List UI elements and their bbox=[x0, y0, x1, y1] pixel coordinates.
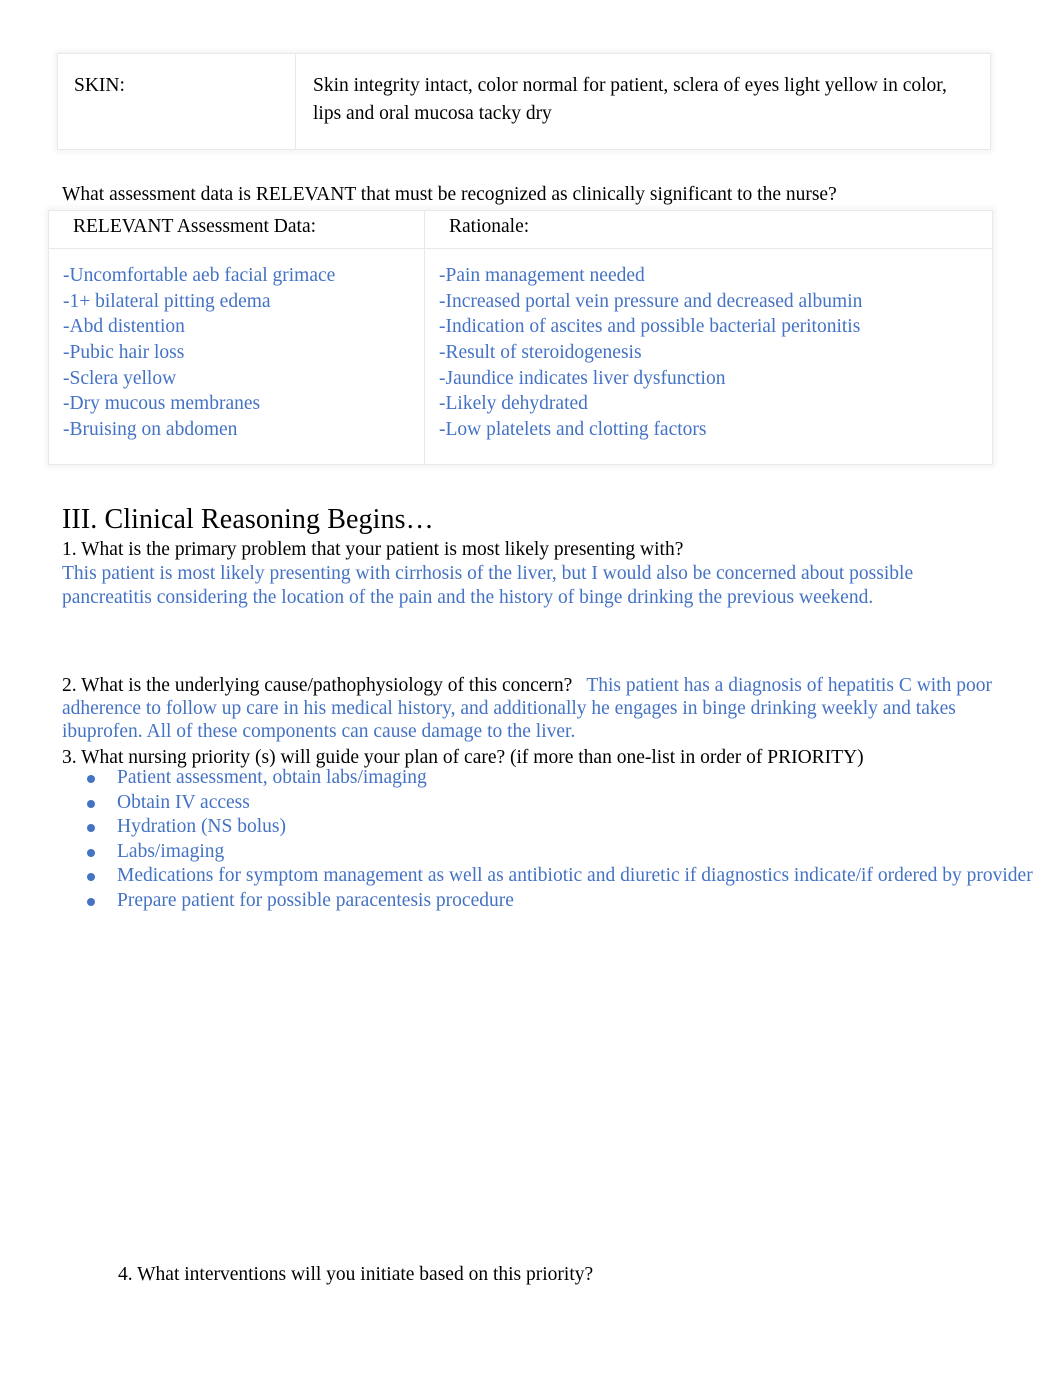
list-item: -Low platelets and clotting factors bbox=[439, 418, 707, 440]
column-header-rationale: Rationale: bbox=[424, 210, 993, 249]
question-1-answer: This patient is most likely presenting w… bbox=[62, 563, 914, 609]
bullet-icon bbox=[87, 775, 95, 783]
relevant-table-body: -Uncomfortable aeb facial grimace -1+ bi… bbox=[48, 247, 993, 466]
list-item: Medications for symptom management as we… bbox=[62, 864, 1042, 889]
list-item: -Pubic hair loss bbox=[63, 341, 185, 363]
list-item: -Dry mucous membranes bbox=[63, 393, 261, 415]
skin-row-value: Skin integrity intact, color normal for … bbox=[295, 53, 991, 150]
document-page: SKIN: Skin integrity intact, color norma… bbox=[0, 0, 1062, 1376]
column-header-relevant-assessment-data: RELEVANT Assessment Data: bbox=[48, 210, 425, 249]
list-item-label: Medications for symptom management as we… bbox=[117, 865, 1033, 887]
skin-row-label: SKIN: bbox=[57, 53, 296, 150]
list-item: -Abd distention bbox=[63, 316, 185, 338]
list-item: -Bruising on abdomen bbox=[63, 418, 238, 440]
question-2-text: 2. What is the underlying cause/pathophy… bbox=[62, 675, 573, 696]
nursing-priority-list: Patient assessment, obtain labs/imaging … bbox=[62, 766, 1042, 913]
table-header-row: RELEVANT Assessment Data: Rationale: bbox=[48, 210, 993, 249]
list-item: -Pain management needed bbox=[439, 265, 645, 286]
list-item: -Jaundice indicates liver dysfunction bbox=[439, 367, 726, 389]
relevant-table-head: RELEVANT Assessment Data: Rationale: bbox=[48, 210, 993, 249]
question-4-text: 4. What interventions will you initiate … bbox=[118, 1264, 594, 1285]
assessment-data-cell: -Uncomfortable aeb facial grimace -1+ bi… bbox=[48, 247, 425, 466]
list-item: Hydration (NS bolus) bbox=[62, 815, 1042, 840]
bullet-icon bbox=[87, 897, 95, 906]
relevant-data-question: What assessment data is RELEVANT that mu… bbox=[62, 184, 837, 205]
bullet-icon bbox=[87, 824, 95, 833]
list-item-label: Labs/imaging bbox=[117, 840, 225, 862]
bullet-icon bbox=[87, 799, 95, 808]
section-heading-clinical-reasoning: III. Clinical Reasoning Begins… bbox=[62, 504, 434, 535]
bullet-icon bbox=[87, 873, 95, 882]
list-item: -Indication of ascites and possible bact… bbox=[439, 316, 861, 338]
list-item: -Increased portal vein pressure and decr… bbox=[439, 290, 863, 312]
list-item: Obtain IV access bbox=[62, 791, 1042, 816]
list-item: Labs/imaging bbox=[62, 840, 1042, 865]
list-item: -Likely dehydrated bbox=[439, 393, 588, 415]
list-item: -Result of steroidogenesis bbox=[439, 341, 642, 363]
list-item-label: Patient assessment, obtain labs/imaging bbox=[117, 767, 427, 788]
list-item: -1+ bilateral pitting edema bbox=[63, 290, 271, 312]
question-1-text: 1. What is the primary problem that your… bbox=[62, 539, 684, 560]
list-item-label: Hydration (NS bolus) bbox=[117, 816, 286, 838]
list-item: -Uncomfortable aeb facial grimace bbox=[63, 265, 336, 286]
skin-table-body: SKIN: Skin integrity intact, color norma… bbox=[57, 53, 991, 150]
list-item-label: Prepare patient for possible paracentesi… bbox=[117, 889, 514, 911]
list-item-label: Obtain IV access bbox=[117, 791, 250, 813]
skin-assessment-table: SKIN: Skin integrity intact, color norma… bbox=[57, 53, 991, 150]
relevant-assessment-table: RELEVANT Assessment Data: Rationale: -Un… bbox=[48, 210, 993, 466]
list-item: Prepare patient for possible paracentesi… bbox=[62, 889, 1042, 914]
table-row: -Uncomfortable aeb facial grimace -1+ bi… bbox=[48, 247, 993, 466]
list-item: -Sclera yellow bbox=[63, 367, 177, 389]
list-item: Patient assessment, obtain labs/imaging bbox=[62, 766, 1042, 791]
question-2-block: 2. What is the underlying cause/pathophy… bbox=[62, 674, 1024, 743]
rationale-cell: -Pain management needed -Increased porta… bbox=[424, 247, 993, 466]
table-row: SKIN: Skin integrity intact, color norma… bbox=[57, 53, 991, 150]
bullet-icon bbox=[87, 848, 95, 857]
